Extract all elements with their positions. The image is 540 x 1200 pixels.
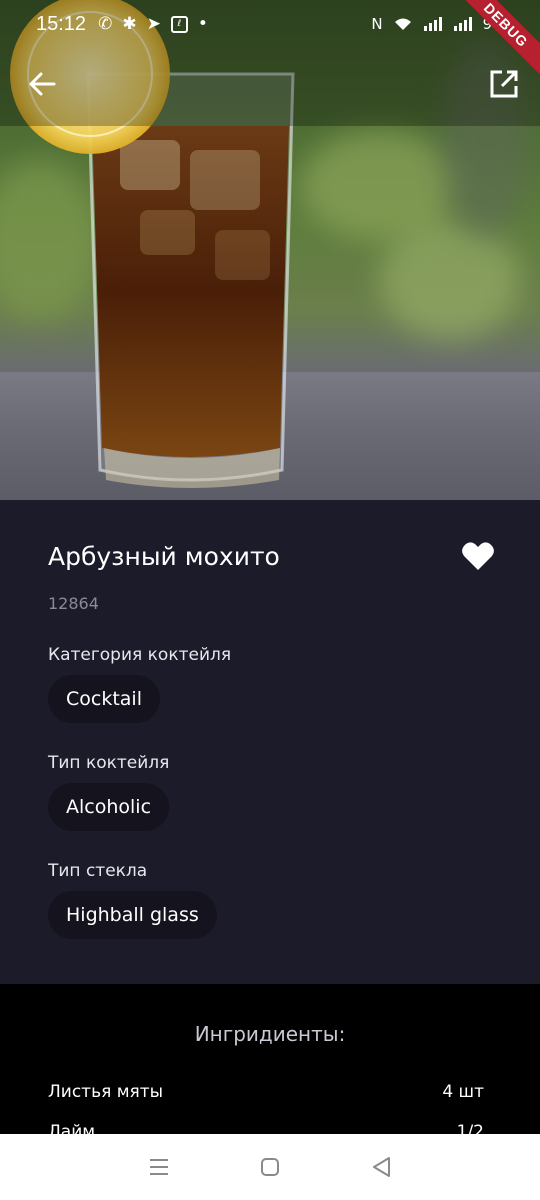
- ingredients-title: Ингридиенты:: [194, 1022, 346, 1046]
- recent-apps-button[interactable]: [139, 1147, 179, 1187]
- arrow-left-icon: [29, 72, 56, 96]
- telegram-icon: ➤: [146, 14, 161, 34]
- home-button[interactable]: [250, 1147, 290, 1187]
- share-button[interactable]: [484, 64, 524, 104]
- cocktail-name: Арбузный мохито: [48, 541, 280, 571]
- menu-icon: [150, 1159, 169, 1175]
- type-chip[interactable]: Alcoholic: [48, 783, 170, 831]
- favorite-button[interactable]: [458, 536, 498, 576]
- signal-icon: [423, 17, 442, 31]
- status-time: 15:12: [36, 12, 87, 35]
- status-bar: 15:12 ✆ ✱ ➤ ℓ • N 96%: [0, 0, 540, 48]
- whatsapp-icon: ✆: [98, 14, 113, 34]
- category-chip[interactable]: Cocktail: [48, 675, 160, 723]
- ingredient-row: Листья мяты 4 шт: [0, 1072, 540, 1112]
- wifi-icon: [394, 18, 411, 30]
- back-icon: [372, 1157, 390, 1177]
- cocktail-info-panel: Арбузный мохито 12864 Категория коктейля…: [0, 500, 540, 984]
- slack-icon: ✱: [122, 14, 137, 34]
- nfc-icon: N: [371, 15, 383, 33]
- dot-icon: •: [197, 14, 208, 34]
- signal-icon: [453, 17, 472, 31]
- back-nav-button[interactable]: [361, 1147, 401, 1187]
- ingredient-amount: 4 шт: [442, 1082, 484, 1102]
- cocktail-photo: [0, 0, 540, 500]
- home-icon: [260, 1158, 279, 1176]
- cocktail-id: 12864: [48, 594, 99, 613]
- app-icon: ℓ: [170, 15, 188, 33]
- glass-chip[interactable]: Highball glass: [48, 891, 217, 939]
- system-nav-bar: [0, 1134, 540, 1200]
- category-label: Категория коктейля: [48, 645, 232, 665]
- ingredient-name: Листья мяты: [48, 1082, 164, 1102]
- open-external-icon: [490, 70, 518, 98]
- heart-icon: [462, 542, 494, 570]
- back-button[interactable]: [22, 64, 62, 104]
- type-label: Тип коктейля: [48, 753, 170, 773]
- glass-label: Тип стекла: [48, 861, 148, 881]
